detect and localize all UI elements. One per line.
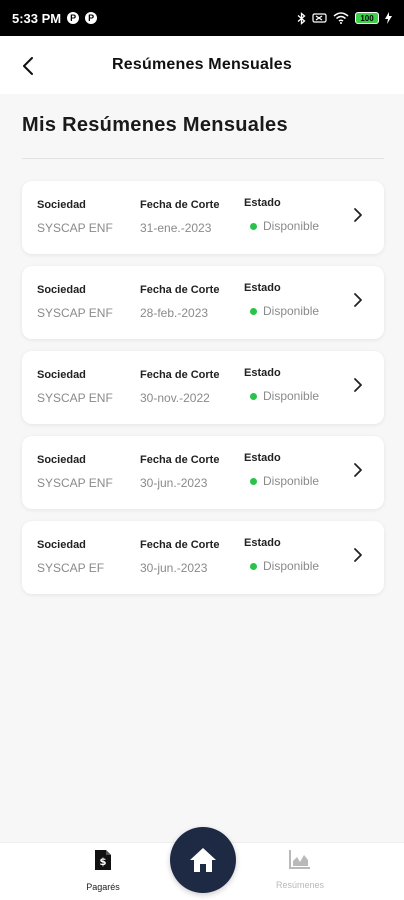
status-time: 5:33 PM [12, 10, 62, 26]
summary-card[interactable]: Sociedad SYSCAP ENF Fecha de Corte 30-no… [22, 351, 384, 424]
fecha-value: 30-jun.-2023 [140, 476, 208, 490]
page-title: Mis Resúmenes Mensuales [22, 114, 288, 136]
estado-value: Disponible [263, 219, 320, 233]
summary-list: Sociedad SYSCAP ENF Fecha de Corte 31-en… [22, 181, 384, 606]
chevron-right-icon [354, 378, 362, 392]
estado-column: Estado Disponible [244, 197, 319, 233]
estado-label: Estado [244, 537, 281, 549]
status-indicator: Disponible [250, 219, 319, 233]
fecha-value: 31-ene.-2023 [140, 221, 212, 235]
estado-column: Estado Disponible [244, 452, 319, 488]
estado-value: Disponible [263, 304, 320, 318]
fecha-label: Fecha de Corte [140, 539, 220, 551]
charging-icon [385, 12, 392, 24]
divider [22, 158, 384, 159]
nav-label-pagares: Pagarés [86, 882, 120, 892]
status-indicator: Disponible [250, 389, 319, 403]
fecha-value: 30-jun.-2023 [140, 561, 208, 575]
estado-column: Estado Disponible [244, 537, 319, 573]
status-bar: 5:33 PM P P 100 [0, 0, 404, 36]
status-dot-icon [250, 477, 257, 485]
sociedad-value: SYSCAP ENF [37, 221, 113, 235]
sociedad-column: Sociedad SYSCAP EF [37, 539, 104, 575]
summary-card[interactable]: Sociedad SYSCAP ENF Fecha de Corte 30-ju… [22, 436, 384, 509]
chevron-right-icon [354, 208, 362, 222]
fecha-label: Fecha de Corte [140, 284, 220, 296]
sociedad-column: Sociedad SYSCAP ENF [37, 369, 113, 405]
summary-card[interactable]: Sociedad SYSCAP ENF Fecha de Corte 31-en… [22, 181, 384, 254]
home-button[interactable] [170, 827, 236, 893]
chevron-left-icon [23, 57, 33, 75]
fecha-value: 30-nov.-2022 [140, 391, 210, 405]
chevron-right-icon [354, 463, 362, 477]
status-indicator: Disponible [250, 559, 319, 573]
fecha-column: Fecha de Corte 30-jun.-2023 [140, 539, 219, 575]
sociedad-value: SYSCAP EF [37, 561, 105, 575]
wifi-icon [333, 12, 349, 24]
summary-card[interactable]: Sociedad SYSCAP EF Fecha de Corte 30-jun… [22, 521, 384, 594]
sociedad-value: SYSCAP ENF [37, 391, 113, 405]
document-dollar-icon: $ [95, 850, 111, 870]
status-dot-icon [250, 562, 257, 570]
sociedad-column: Sociedad SYSCAP ENF [37, 284, 113, 320]
status-dot-icon [250, 307, 257, 315]
estado-label: Estado [244, 452, 281, 464]
estado-label: Estado [244, 367, 281, 379]
estado-label: Estado [244, 282, 281, 294]
summary-card[interactable]: Sociedad SYSCAP ENF Fecha de Corte 28-fe… [22, 266, 384, 339]
sociedad-label: Sociedad [37, 454, 86, 466]
fecha-label: Fecha de Corte [140, 369, 220, 381]
fecha-label: Fecha de Corte [140, 199, 220, 211]
svg-text:$: $ [100, 857, 107, 868]
chart-icon [289, 850, 310, 869]
estado-label: Estado [244, 197, 281, 209]
nav-label-resumenes: Resúmenes [275, 880, 325, 890]
estado-value: Disponible [263, 559, 320, 573]
header-title: Resúmenes Mensuales [112, 56, 292, 73]
estado-value: Disponible [263, 389, 320, 403]
sociedad-label: Sociedad [37, 369, 86, 381]
sociedad-label: Sociedad [37, 199, 86, 211]
app-header: Resúmenes Mensuales [0, 36, 404, 94]
app-notification-icon: P [85, 12, 98, 24]
status-dot-icon [250, 392, 257, 400]
fecha-column: Fecha de Corte 30-nov.-2022 [140, 369, 219, 405]
fecha-label: Fecha de Corte [140, 454, 220, 466]
sociedad-label: Sociedad [37, 539, 86, 551]
battery-icon: 100 [355, 12, 379, 24]
chevron-right-icon [354, 548, 362, 562]
home-icon [190, 848, 216, 872]
nav-item-pagares[interactable]: $ Pagarés [53, 849, 153, 892]
mute-icon [312, 13, 327, 23]
sociedad-column: Sociedad SYSCAP ENF [37, 199, 113, 235]
bluetooth-icon [297, 11, 306, 25]
status-indicator: Disponible [250, 474, 319, 488]
nav-item-resumenes[interactable]: Resúmenes [250, 849, 350, 890]
fecha-column: Fecha de Corte 31-ene.-2023 [140, 199, 219, 235]
sociedad-column: Sociedad SYSCAP ENF [37, 454, 113, 490]
app-notification-icon: P [67, 12, 80, 24]
sociedad-value: SYSCAP ENF [37, 476, 113, 490]
estado-value: Disponible [263, 474, 320, 488]
fecha-value: 28-feb.-2023 [140, 306, 209, 320]
chevron-right-icon [354, 293, 362, 307]
fecha-column: Fecha de Corte 28-feb.-2023 [140, 284, 219, 320]
estado-column: Estado Disponible [244, 367, 319, 403]
estado-column: Estado Disponible [244, 282, 319, 318]
status-indicator: Disponible [250, 304, 319, 318]
fecha-column: Fecha de Corte 30-jun.-2023 [140, 454, 219, 490]
sociedad-label: Sociedad [37, 284, 86, 296]
sociedad-value: SYSCAP ENF [37, 306, 113, 320]
back-button[interactable] [14, 52, 42, 80]
status-dot-icon [250, 222, 257, 230]
